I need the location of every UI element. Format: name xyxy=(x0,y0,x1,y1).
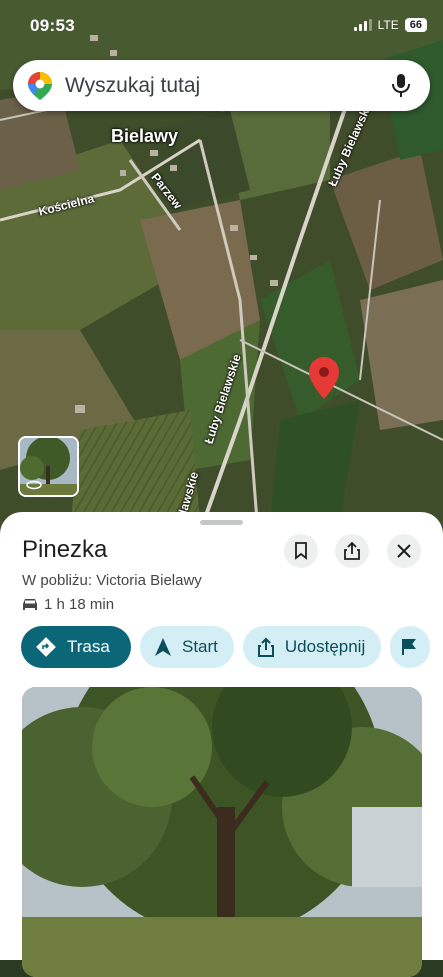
navigation-arrow-icon xyxy=(155,638,171,656)
bookmark-icon xyxy=(295,542,307,560)
car-icon xyxy=(23,599,37,610)
microphone-icon[interactable] xyxy=(390,73,412,99)
close-icon xyxy=(397,544,411,558)
place-title: Pinezka xyxy=(22,536,108,563)
share-header-button[interactable] xyxy=(335,534,369,568)
map-pin-icon[interactable] xyxy=(309,357,339,399)
directions-icon xyxy=(36,637,56,657)
signal-icon xyxy=(353,19,372,31)
action-chips: Trasa Start Udostępnij xyxy=(21,626,431,668)
battery-icon: 66 xyxy=(404,18,427,32)
google-maps-pin-icon xyxy=(28,71,52,100)
search-bar[interactable]: Wyszukaj tutaj xyxy=(13,60,430,111)
save-button[interactable] xyxy=(284,534,318,568)
drive-time-text: 1 h 18 min xyxy=(44,596,115,613)
network-type: LTE xyxy=(377,18,399,32)
more-actions-button[interactable] xyxy=(390,626,431,668)
map-label-village[interactable]: Bielawy xyxy=(111,126,178,147)
drive-time: 1 h 18 min xyxy=(22,596,114,613)
share-label: Udostępnij xyxy=(284,637,366,656)
start-label: Start xyxy=(182,637,218,656)
flag-icon xyxy=(402,639,417,655)
close-button[interactable] xyxy=(387,534,421,568)
share-icon xyxy=(344,542,360,560)
directions-button[interactable]: Trasa xyxy=(21,626,131,668)
status-bar: 09:53 LTE 66 xyxy=(0,0,443,52)
search-input[interactable]: Wyszukaj tutaj xyxy=(65,74,390,98)
rotate-360-icon xyxy=(26,480,42,490)
drag-handle[interactable] xyxy=(200,520,243,525)
start-button[interactable]: Start xyxy=(140,626,234,668)
share-icon xyxy=(257,637,274,657)
street-view-photo[interactable] xyxy=(22,687,422,977)
directions-label: Trasa xyxy=(67,637,110,656)
share-button[interactable]: Udostępnij xyxy=(242,626,382,668)
nearby-text: W pobliżu: Victoria Bielawy xyxy=(22,572,202,589)
place-bottom-sheet[interactable]: Pinezka W pobliżu: Victoria Bielawy 1 h … xyxy=(0,512,443,977)
status-time: 09:53 xyxy=(30,16,75,35)
street-view-thumbnail[interactable] xyxy=(18,436,79,497)
